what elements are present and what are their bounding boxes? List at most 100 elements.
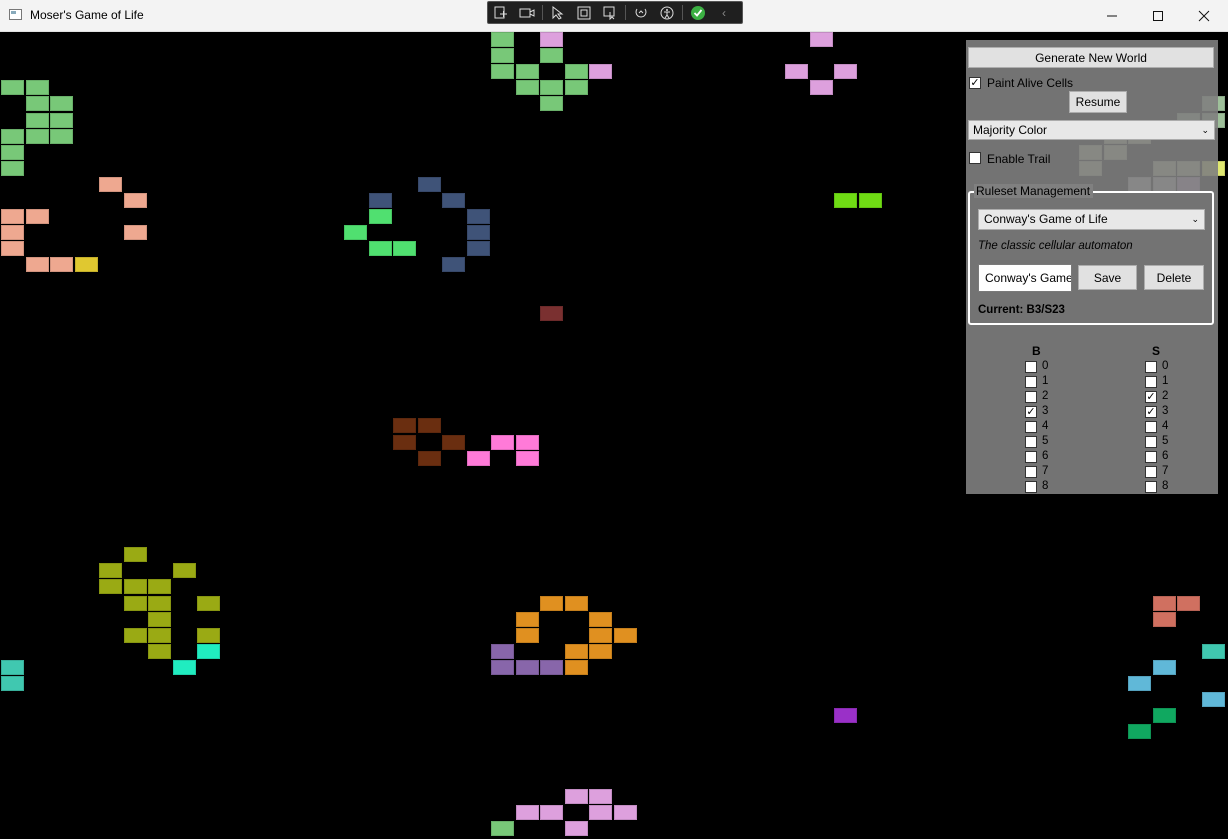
birth-checkbox[interactable] bbox=[1025, 421, 1037, 433]
cell bbox=[1, 80, 24, 95]
cell bbox=[516, 805, 539, 820]
track-focus-icon[interactable] bbox=[597, 2, 623, 23]
birth-checkbox[interactable] bbox=[1025, 436, 1037, 448]
enable-trail-checkbox[interactable] bbox=[969, 152, 981, 164]
cell bbox=[810, 32, 833, 47]
survival-checkbox[interactable]: ✓ bbox=[1145, 406, 1157, 418]
cell bbox=[565, 660, 588, 675]
cell bbox=[491, 644, 514, 659]
resume-button[interactable]: Resume bbox=[1069, 91, 1127, 113]
birth-column-header: B bbox=[1032, 344, 1041, 358]
cell bbox=[124, 193, 147, 208]
cell bbox=[516, 80, 539, 95]
hot-reload-icon[interactable] bbox=[628, 2, 654, 23]
cell bbox=[565, 596, 588, 611]
cell bbox=[540, 596, 563, 611]
cell bbox=[491, 64, 514, 79]
save-button[interactable]: Save bbox=[1078, 265, 1137, 290]
live-visual-tree-icon[interactable] bbox=[488, 2, 514, 23]
cell bbox=[124, 596, 147, 611]
ruleset-select[interactable]: Conway's Game of Life ⌄ bbox=[978, 209, 1205, 230]
survival-rule-label: 4 bbox=[1162, 420, 1169, 432]
cell bbox=[565, 64, 588, 79]
cell bbox=[418, 451, 441, 466]
cell bbox=[1153, 612, 1176, 627]
cell bbox=[589, 805, 612, 820]
cell bbox=[1, 225, 24, 240]
survival-checkbox[interactable] bbox=[1145, 436, 1157, 448]
survival-checkbox[interactable] bbox=[1145, 481, 1157, 493]
survival-rule-label: 7 bbox=[1162, 465, 1169, 477]
cell bbox=[197, 628, 220, 643]
delete-button[interactable]: Delete bbox=[1144, 265, 1204, 290]
cell bbox=[1, 145, 24, 160]
cell bbox=[442, 435, 465, 450]
cell bbox=[810, 80, 833, 95]
generate-new-world-button[interactable]: Generate New World bbox=[968, 47, 1214, 68]
cell bbox=[540, 660, 563, 675]
cell bbox=[369, 193, 392, 208]
cell bbox=[491, 32, 514, 47]
cell bbox=[75, 257, 98, 272]
cell bbox=[1153, 660, 1176, 675]
cell bbox=[565, 821, 588, 836]
birth-checkbox[interactable] bbox=[1025, 451, 1037, 463]
cell bbox=[393, 435, 416, 450]
cell bbox=[785, 64, 808, 79]
cell bbox=[1202, 692, 1225, 707]
cell bbox=[1153, 596, 1176, 611]
birth-checkbox[interactable] bbox=[1025, 376, 1037, 388]
survival-checkbox[interactable] bbox=[1145, 376, 1157, 388]
survival-rule-label: 5 bbox=[1162, 435, 1169, 447]
close-button[interactable] bbox=[1181, 0, 1227, 31]
cell bbox=[124, 225, 147, 240]
cell bbox=[565, 644, 588, 659]
cell bbox=[148, 596, 171, 611]
cell bbox=[148, 644, 171, 659]
display-layout-adorners-icon[interactable] bbox=[571, 2, 597, 23]
check-icon[interactable] bbox=[685, 2, 711, 23]
ruleset-description: The classic cellular automaton bbox=[978, 240, 1133, 252]
collapse-icon[interactable]: ‹ bbox=[711, 2, 737, 23]
cell bbox=[589, 64, 612, 79]
color-mode-select[interactable]: Majority Color ⌄ bbox=[968, 120, 1215, 140]
cell bbox=[589, 789, 612, 804]
minimize-button[interactable] bbox=[1089, 0, 1135, 31]
cell bbox=[540, 805, 563, 820]
cell bbox=[540, 48, 563, 63]
birth-checkbox[interactable] bbox=[1025, 361, 1037, 373]
select-element-icon[interactable] bbox=[545, 2, 571, 23]
control-panel: Generate New World ✓ Paint Alive Cells R… bbox=[966, 40, 1218, 494]
cell bbox=[26, 96, 49, 111]
birth-checkbox[interactable] bbox=[1025, 391, 1037, 403]
current-rule-label: Current: B3/S23 bbox=[978, 304, 1065, 316]
paint-alive-label: Paint Alive Cells bbox=[987, 76, 1074, 90]
cell bbox=[124, 628, 147, 643]
ruleset-selected: Conway's Game of Life bbox=[984, 212, 1108, 226]
birth-checkbox[interactable] bbox=[1025, 481, 1037, 493]
birth-checkbox[interactable] bbox=[1025, 466, 1037, 478]
survival-checkbox[interactable] bbox=[1145, 421, 1157, 433]
cell bbox=[1128, 676, 1151, 691]
survival-checkbox[interactable] bbox=[1145, 466, 1157, 478]
survival-checkbox[interactable] bbox=[1145, 361, 1157, 373]
cell bbox=[614, 805, 637, 820]
cell bbox=[99, 177, 122, 192]
toolbar-separator bbox=[682, 5, 683, 20]
window-title: Moser's Game of Life bbox=[30, 8, 144, 22]
birth-checkbox[interactable]: ✓ bbox=[1025, 406, 1037, 418]
survival-rule-label: 1 bbox=[1162, 375, 1169, 387]
paint-alive-checkbox[interactable]: ✓ bbox=[969, 77, 981, 89]
cell bbox=[197, 644, 220, 659]
maximize-button[interactable] bbox=[1135, 0, 1181, 31]
toolbar-separator bbox=[625, 5, 626, 20]
survival-checkbox[interactable] bbox=[1145, 451, 1157, 463]
survival-checkbox[interactable]: ✓ bbox=[1145, 391, 1157, 403]
app-icon bbox=[9, 9, 22, 20]
cell bbox=[124, 547, 147, 562]
birth-rule-label: 0 bbox=[1042, 360, 1049, 372]
ruleset-name-input[interactable]: Conway's Game bbox=[978, 264, 1072, 292]
accessibility-icon[interactable] bbox=[654, 2, 680, 23]
record-icon[interactable] bbox=[514, 2, 540, 23]
birth-rule-label: 1 bbox=[1042, 375, 1049, 387]
